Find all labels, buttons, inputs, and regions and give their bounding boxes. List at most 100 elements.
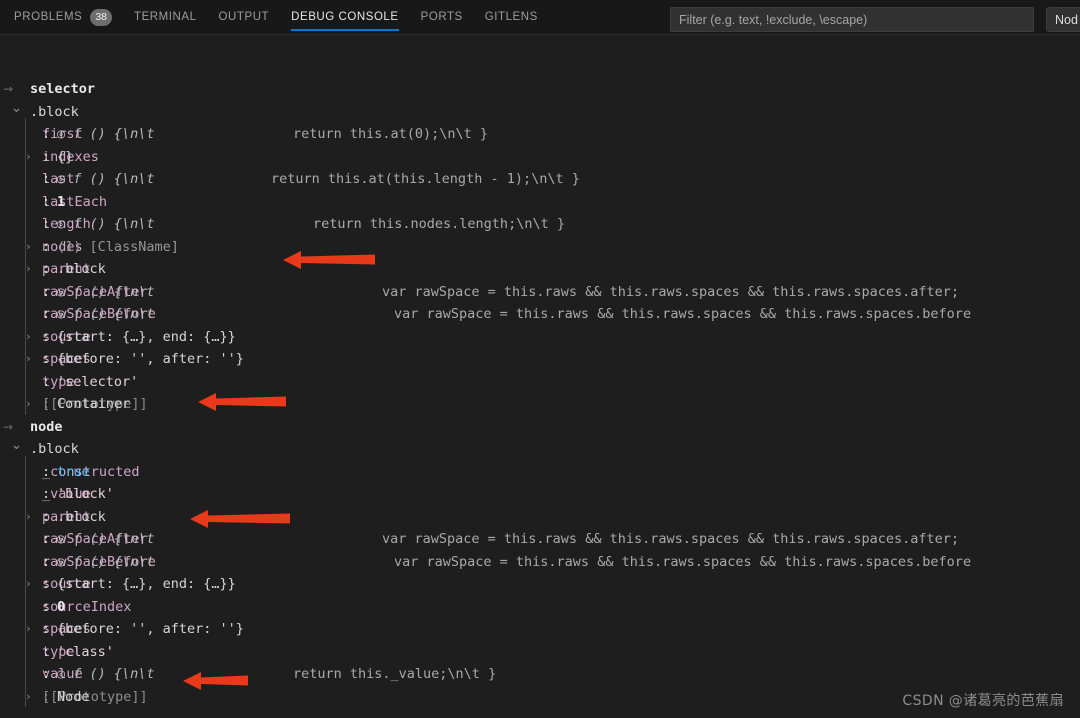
console-property-row[interactable]: › [[Prototype]]: Node (0, 686, 1080, 708)
console-input-expression: node (30, 418, 63, 435)
panel-tab-output[interactable]: OUTPUT (219, 0, 270, 35)
property-value: 'class' (57, 643, 114, 660)
chevron-right-icon[interactable]: › (22, 258, 35, 280)
property-value: {before: '', after: ''} (57, 621, 244, 637)
property-value-preview: var rawSpace = this.raws && this.raws.sp… (382, 283, 960, 300)
property-separator: : (42, 126, 51, 142)
property-value: {before: '', after: ''} (57, 351, 244, 367)
property-value-preview: return this.at(this.length - 1);\n\t } (271, 171, 580, 187)
console-property-row: last: ◎ f () {\n\t return this.at(this.le… (0, 168, 1080, 190)
property-separator: : (42, 306, 51, 322)
console-property-row: rawSpaceAfter: ◎ f () {\n\t var rawSpace … (0, 528, 1080, 550)
property-value-preview: return this.at(0);\n\t } (293, 126, 489, 142)
console-object-root[interactable]: ⌄ .block (0, 438, 1080, 460)
panel-tab-problems[interactable]: PROBLEMS 38 (14, 0, 112, 35)
property-value: (1) [ClassName] (57, 238, 179, 255)
property-value: ◎ f () {\n\t (57, 126, 155, 142)
chevron-down-icon[interactable]: ⌄ (10, 101, 23, 115)
debug-session-selector[interactable]: Nod (1046, 7, 1080, 32)
console-property-row: value: ◎ f () {\n\t return this._value;\n… (0, 663, 1080, 685)
property-separator: : (42, 171, 51, 187)
chevron-right-icon[interactable]: › (22, 506, 35, 528)
console-property-row[interactable]: › nodes: (1) [ClassName] (0, 236, 1080, 258)
property-separator: : (42, 261, 51, 277)
property-value: ◎ f () {\n\t (57, 283, 155, 300)
property-separator: : (42, 643, 51, 660)
console-property-row: rawSpaceAfter: ◎ f () {\n\t var rawSpace … (0, 281, 1080, 303)
property-value: 'selector' (57, 373, 139, 390)
property-separator: : (42, 598, 51, 615)
panel-tab-ports[interactable]: PORTS (421, 0, 463, 35)
filter-placeholder: Filter (e.g. text, !exclude, \escape) (679, 12, 868, 27)
panel-tab-gitlens[interactable]: GITLENS (485, 0, 538, 35)
debug-session-selector-label: Nod (1055, 12, 1078, 27)
debug-console-output[interactable]: CSDN @诸葛亮的芭蕉扇 → selector ⌄ .block first: ◎ f… (0, 35, 1080, 718)
property-separator: : (42, 216, 51, 232)
console-object-root[interactable]: ⌄ .block (0, 101, 1080, 123)
property-separator: : (42, 193, 51, 210)
console-property-row[interactable]: › parent: .block (0, 506, 1080, 528)
property-separator: : (42, 283, 51, 300)
console-object-root-label: .block (30, 103, 79, 120)
chevron-right-icon[interactable]: › (22, 326, 35, 348)
console-property-row: rawSpaceBefore: ◎ f () {\n\t var rawSpace… (0, 303, 1080, 325)
property-separator: : (42, 373, 51, 390)
panel-tab-label: PORTS (420, 10, 463, 23)
property-key: sourceIndex (42, 598, 132, 615)
chevron-right-icon[interactable]: › (22, 146, 35, 168)
panel-tab-label: GITLENS (484, 10, 538, 23)
console-property-row[interactable]: › source: {start: {…}, end: {…}} (0, 326, 1080, 348)
property-separator: : (42, 351, 51, 367)
console-input-line: → node (0, 416, 1080, 438)
console-property-row[interactable]: › [[Prototype]]: Container (0, 393, 1080, 415)
chevron-right-icon[interactable]: › (22, 236, 35, 258)
chevron-right-icon[interactable]: › (22, 618, 35, 640)
console-property-row: rawSpaceBefore: ◎ f () {\n\t var rawSpace… (0, 551, 1080, 573)
console-object-root-label: .block (30, 441, 79, 457)
property-key: lastEach (42, 193, 108, 210)
console-property-row: lastEach: 1 (0, 191, 1080, 213)
chevron-down-icon[interactable]: ⌄ (10, 438, 23, 452)
chevron-right-icon[interactable]: › (22, 393, 35, 415)
panel-tab-terminal[interactable]: TERMINAL (134, 0, 197, 35)
console-property-row: _constructed: true (0, 461, 1080, 483)
property-value-preview: return this._value;\n\t } (293, 666, 497, 682)
property-value-preview: var rawSpace = this.raws && this.raws.sp… (394, 553, 972, 570)
property-separator: : (42, 238, 51, 255)
console-property-row[interactable]: › parent: .block (0, 258, 1080, 280)
property-value: Container (57, 396, 131, 412)
problems-count-badge: 38 (90, 8, 112, 26)
chevron-right-icon[interactable]: › (22, 348, 35, 370)
panel-tab-debug-console[interactable]: DEBUG CONSOLE (291, 0, 400, 35)
chevron-right-icon[interactable]: › (22, 573, 35, 595)
property-value: ◎ f () {\n\t (57, 531, 155, 547)
console-property-row[interactable]: › indexes: {} (0, 146, 1080, 168)
filter-input[interactable]: Filter (e.g. text, !exclude, \escape) (670, 7, 1034, 32)
property-value: Node (57, 688, 90, 705)
console-property-row[interactable]: › source: {start: {…}, end: {…}} (0, 573, 1080, 595)
property-value: .block (57, 508, 106, 525)
panel-tab-list: PROBLEMS 38 TERMINAL OUTPUT DEBUG CONSOLE POR… (14, 0, 560, 35)
property-value-preview: return this.nodes.length;\n\t } (313, 216, 565, 232)
panel-tab-bar: PROBLEMS 38 TERMINAL OUTPUT DEBUG CONSOLE POR… (0, 0, 1080, 35)
property-separator: : (42, 531, 51, 547)
property-value: ◎ f () {\n\t (57, 666, 155, 682)
chevron-right-icon[interactable]: › (22, 686, 35, 708)
property-value: .block (57, 261, 106, 277)
console-property-row: first: ◎ f () {\n\t return this.at(0);\n\… (0, 123, 1080, 145)
property-separator: : (42, 148, 51, 165)
console-property-row: type: 'class' (0, 641, 1080, 663)
property-value: 'block' (57, 486, 114, 502)
property-separator: : (42, 553, 51, 570)
property-separator: : (42, 328, 51, 345)
property-separator: : (42, 486, 51, 502)
property-value: true (57, 463, 90, 480)
property-separator: : (42, 666, 51, 682)
property-value: 1 (57, 193, 66, 210)
console-property-row[interactable]: › spaces: {before: '', after: ''} (0, 618, 1080, 640)
console-property-row: length: ◎ f () {\n\t return this.nodes.le… (0, 213, 1080, 235)
property-value: ◎ f () {\n\t (57, 171, 155, 187)
console-property-row[interactable]: › spaces: {before: '', after: ''} (0, 348, 1080, 370)
property-separator: : (42, 576, 51, 592)
property-value-preview: var rawSpace = this.raws && this.raws.sp… (382, 531, 960, 547)
